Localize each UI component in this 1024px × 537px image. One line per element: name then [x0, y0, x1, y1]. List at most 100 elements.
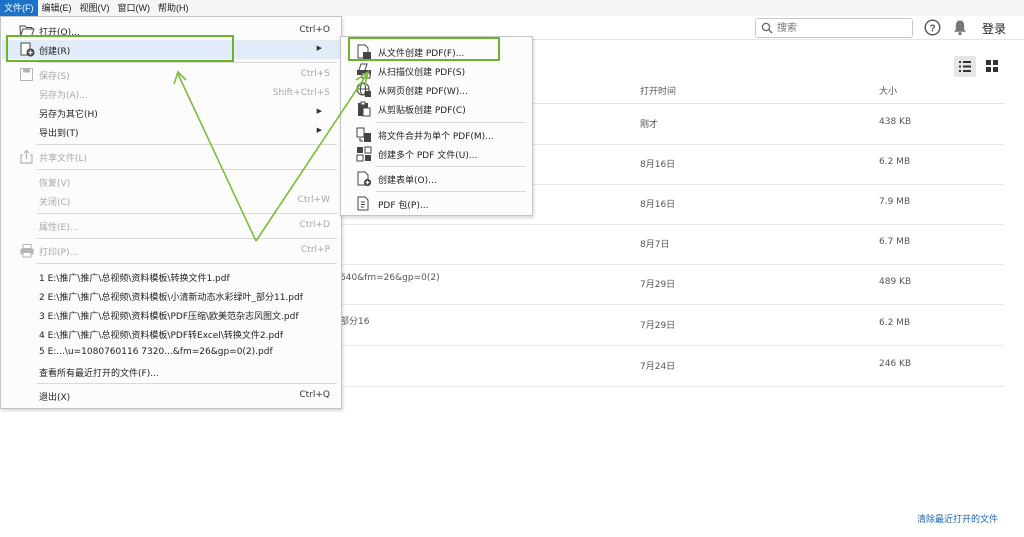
menu-item-label: 导出到(T) [39, 129, 79, 139]
submenu-item-label: 从扫描仪创建 PDF(S) [378, 68, 466, 78]
menu-item-open[interactable]: 打开(O)... Ctrl+O [2, 21, 340, 40]
submenu-item-label: PDF 包(P)... [378, 201, 429, 211]
column-header-opened[interactable]: 打开时间 [640, 84, 676, 97]
menu-item-recent-file[interactable]: 1 E:\推广\推广\总视频\资料模板\转换文件1.pdf [2, 267, 340, 286]
menu-separator [37, 213, 337, 214]
menu-separator [376, 191, 526, 192]
menu-item-properties[interactable]: 属性(E)... Ctrl+D [2, 216, 340, 235]
grid-view-icon [986, 60, 998, 72]
table-row[interactable]: 8月7日 6.7 MB [340, 224, 1004, 265]
table-row[interactable]: 640&fm=26&gp=0(2) 7月29日 489 KB [340, 264, 1004, 305]
menu-separator [376, 166, 526, 167]
menu-item-export-to[interactable]: 导出到(T) ▶ [2, 122, 340, 141]
menu-item-view-all-recent[interactable]: 查看所有最近打开的文件(F)... [2, 362, 340, 381]
create-submenu: 从文件创建 PDF(F)... 从扫描仪创建 PDF(S) 从网页创建 PDF(… [340, 36, 533, 216]
list-view-icon [959, 61, 971, 72]
submenu-arrow-icon: ▶ [316, 108, 322, 115]
submenu-item-pdf-package[interactable]: PDF 包(P)... [342, 194, 532, 213]
menu-item-label: 属性(E)... [39, 223, 79, 233]
menu-file[interactable]: 文件(F) [0, 0, 38, 16]
login-button[interactable]: 登录 [982, 20, 1006, 37]
submenu-item-label: 从网页创建 PDF(W)... [378, 87, 468, 97]
multiple-pdf-icon [356, 146, 372, 162]
submenu-item-from-file[interactable]: 从文件创建 PDF(F)... [342, 42, 532, 61]
file-size: 6.2 MB [879, 318, 911, 328]
submenu-arrow-icon: ▶ [316, 127, 322, 134]
print-icon [20, 244, 34, 258]
menu-item-label: 共享文件(L) [39, 154, 88, 164]
menu-item-revert[interactable]: 恢复(V) [2, 172, 340, 191]
pdf-package-icon [357, 196, 369, 211]
menu-item-shortcut: Ctrl+O [299, 25, 330, 35]
search-input[interactable] [777, 21, 907, 36]
menu-item-label: 1 E:\推广\推广\总视频\资料模板\转换文件1.pdf [39, 274, 230, 284]
menu-item-close[interactable]: 关闭(C) Ctrl+W [2, 191, 340, 210]
menu-separator [37, 383, 337, 384]
submenu-item-from-web[interactable]: 从网页创建 PDF(W)... [342, 80, 532, 99]
file-size: 489 KB [879, 277, 912, 287]
submenu-item-label: 从剪贴板创建 PDF(C) [378, 106, 466, 116]
submenu-item-from-clipboard[interactable]: 从剪贴板创建 PDF(C) [342, 99, 532, 118]
pdf-from-file-icon [357, 44, 371, 59]
submenu-item-label: 将文件合并为单个 PDF(M)... [378, 132, 494, 142]
table-row[interactable]: 部分16 7月29日 6.2 MB [340, 305, 1004, 346]
menu-item-save-as[interactable]: 另存为(A)... Shift+Ctrl+S [2, 84, 340, 103]
menu-item-label: 另存为(A)... [39, 91, 88, 101]
submenu-item-combine[interactable]: 将文件合并为单个 PDF(M)... [342, 125, 532, 144]
menu-item-label: 关闭(C) [39, 198, 71, 208]
menu-edit[interactable]: 编辑(E) [38, 0, 76, 16]
submenu-item-from-scanner[interactable]: 从扫描仪创建 PDF(S) [342, 61, 532, 80]
save-icon [20, 68, 33, 81]
menu-item-recent-file[interactable]: 3 E:\推广\推广\总视频\资料模板\PDF压缩\欧美范杂志风图文.pdf [2, 305, 340, 324]
menu-item-share[interactable]: 共享文件(L) [2, 147, 340, 166]
table-row[interactable]: 7月24日 246 KB [340, 346, 1004, 387]
menu-view[interactable]: 视图(V) [76, 0, 114, 16]
submenu-item-label: 创建表单(O)... [378, 176, 437, 186]
menu-item-label: 5 E:...\u=1080760116 7320...&fm=26&gp=0(… [39, 347, 273, 357]
menu-item-recent-file[interactable]: 5 E:...\u=1080760116 7320...&fm=26&gp=0(… [2, 343, 340, 362]
menu-item-recent-file[interactable]: 2 E:\推广\推广\总视频\资料模板\小清新动态水彩绿叶_部分11.pdf [2, 286, 340, 305]
file-opened-time: 8月16日 [640, 200, 676, 210]
submenu-item-create-multiple[interactable]: 创建多个 PDF 文件(U)... [342, 144, 532, 163]
file-name: 640&fm=26&gp=0(2) [340, 273, 440, 283]
share-icon [20, 149, 33, 164]
list-view-button[interactable] [954, 56, 976, 77]
menu-item-shortcut: Ctrl+Q [299, 390, 330, 400]
menu-separator [37, 263, 337, 264]
file-opened-time: 8月16日 [640, 160, 676, 170]
menu-item-label: 4 E:\推广\推广\总视频\资料模板\PDF转Excel\转换文件2.pdf [39, 331, 284, 341]
menu-item-create[interactable]: 创建(R) ▶ [2, 40, 340, 59]
menu-item-save[interactable]: 保存(S) Ctrl+S [2, 65, 340, 84]
file-opened-time: 7月29日 [640, 280, 676, 290]
menu-separator [37, 238, 337, 239]
menu-item-save-as-other[interactable]: 另存为其它(H) ▶ [2, 103, 340, 122]
menu-separator [376, 122, 526, 123]
file-name: 部分16 [340, 317, 370, 327]
combine-files-icon [356, 127, 371, 142]
file-opened-time: 8月7日 [640, 240, 670, 250]
submenu-item-create-form[interactable]: 创建表单(O)... [342, 169, 532, 188]
menu-item-label: 打开(O)... [39, 28, 80, 38]
form-icon [357, 171, 372, 187]
menu-item-recent-file[interactable]: 4 E:\推广\推广\总视频\资料模板\PDF转Excel\转换文件2.pdf [2, 324, 340, 343]
file-size: 6.7 MB [879, 237, 911, 247]
file-size: 438 KB [879, 117, 912, 127]
help-icon[interactable]: ? [924, 19, 941, 36]
menu-item-label: 查看所有最近打开的文件(F)... [39, 369, 159, 379]
column-header-size[interactable]: 大小 [879, 84, 897, 97]
search-box[interactable] [755, 18, 913, 38]
menu-item-shortcut: Ctrl+W [297, 195, 330, 205]
menu-item-exit[interactable]: 退出(X) Ctrl+Q [2, 386, 340, 405]
menu-item-label: 打印(P)... [39, 248, 79, 258]
menu-item-label: 另存为其它(H) [39, 110, 98, 120]
menu-help[interactable]: 帮助(H) [154, 0, 193, 16]
search-icon [761, 22, 773, 34]
menu-item-print[interactable]: 打印(P)... Ctrl+P [2, 241, 340, 260]
clear-recent-link[interactable]: 清除最近打开的文件 [917, 512, 998, 525]
menu-window[interactable]: 窗口(W) [114, 0, 155, 16]
bell-icon[interactable] [952, 19, 968, 36]
menu-item-label: 3 E:\推广\推广\总视频\资料模板\PDF压缩\欧美范杂志风图文.pdf [39, 312, 299, 322]
grid-view-button[interactable] [983, 57, 1001, 75]
menu-item-shortcut: Shift+Ctrl+S [272, 88, 330, 98]
menu-item-label: 退出(X) [39, 393, 71, 403]
